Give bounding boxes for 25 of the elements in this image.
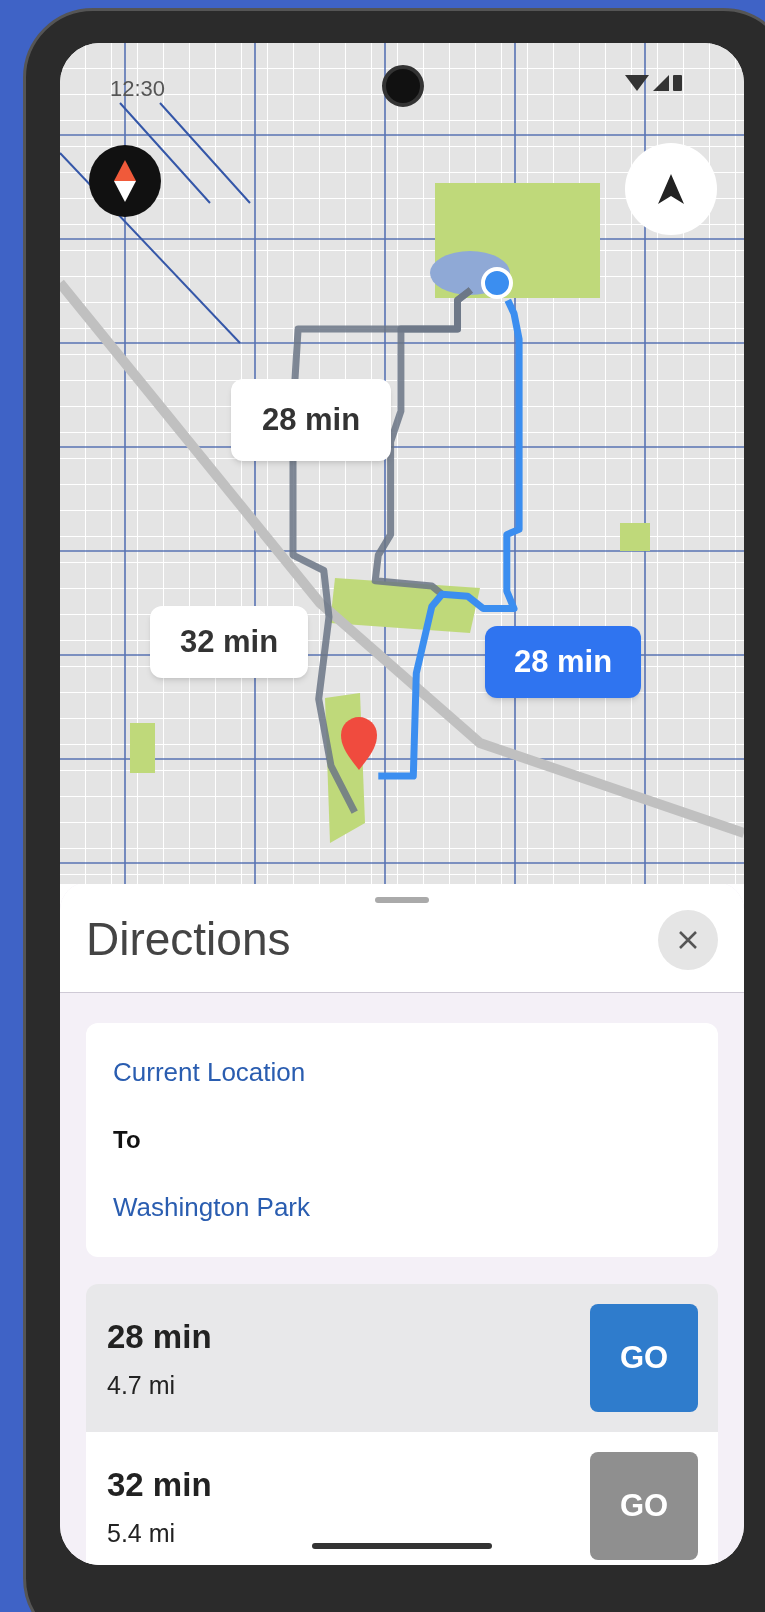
compass-icon [114,160,136,202]
route-time-bubble[interactable]: 28 min [485,626,641,698]
go-button[interactable]: GO [590,1304,698,1412]
route-distance: 4.7 mi [107,1370,177,1401]
navigation-arrow-icon [658,174,684,204]
battery-icon [673,75,682,91]
to-label: To [113,1125,142,1155]
close-icon [678,929,698,950]
route-option[interactable]: 32 min 5.4 mi GO [86,1432,718,1565]
route-distance: 5.4 mi [107,1518,177,1549]
route-time-bubble[interactable]: 28 min [231,379,391,461]
pin-icon [341,717,377,770]
location-dot [481,267,513,299]
origin-link[interactable]: Current Location [113,1053,691,1092]
route-line[interactable] [371,287,473,597]
route-option[interactable]: 28 min 4.7 mi GO [86,1284,718,1432]
wifi-icon [625,75,649,91]
sheet-title: Directions [86,912,291,967]
route-duration: 28 min [107,1316,212,1357]
destination-link[interactable]: Washington Park [113,1188,691,1227]
route-time-bubble[interactable]: 32 min [150,606,308,678]
drag-handle[interactable] [375,897,429,903]
signal-icon [653,75,669,91]
route-duration: 32 min [107,1464,212,1505]
go-button[interactable]: GO [590,1452,698,1560]
